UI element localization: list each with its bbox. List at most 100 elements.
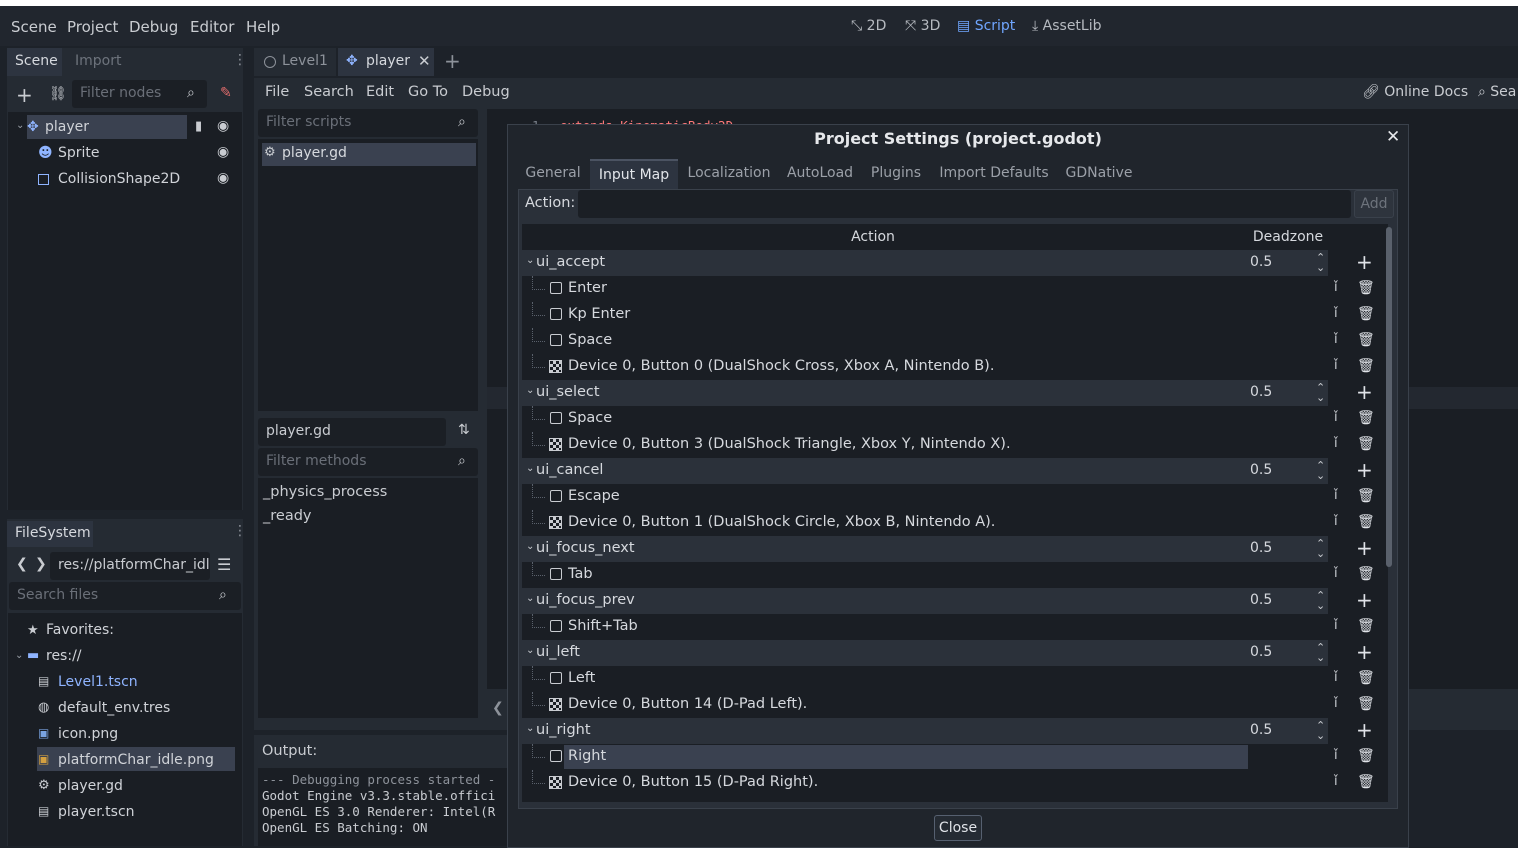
dock-menu-icon[interactable]: ⋮ xyxy=(233,52,247,68)
tab-player[interactable]: ✥ player ✕ xyxy=(338,48,434,76)
file-item[interactable]: player.gd xyxy=(58,778,123,794)
visibility-eye-icon[interactable]: ◉ xyxy=(217,170,229,186)
menu-debug[interactable]: Debug xyxy=(129,18,178,36)
tab-scene[interactable]: Scene xyxy=(7,48,62,76)
event-row[interactable]: Enter ǐ xyxy=(520,276,1338,302)
edit-event-icon[interactable]: ǐ xyxy=(1334,774,1338,789)
event-row[interactable]: Device 0, Button 15 (D-Pad Right). ǐ xyxy=(520,770,1338,796)
event-row[interactable]: Tab ǐ xyxy=(520,562,1338,588)
deadzone-spinbox[interactable]: 0.5 xyxy=(1250,722,1272,738)
forward-icon[interactable]: ❯ xyxy=(35,556,47,572)
tab-localization[interactable]: Localization xyxy=(680,159,778,189)
add-event-icon[interactable]: + xyxy=(1356,641,1373,663)
scene-node-collisionshape[interactable]: CollisionShape2D xyxy=(58,171,180,187)
remove-event-icon[interactable]: 🗑︎ xyxy=(1357,358,1375,374)
add-event-icon[interactable]: + xyxy=(1356,381,1373,403)
event-row[interactable]: Device 0, Button 14 (D-Pad Left). ǐ xyxy=(520,692,1338,718)
script-menu-search[interactable]: Search xyxy=(304,84,354,100)
remove-event-icon[interactable]: 🗑︎ xyxy=(1357,488,1375,504)
filter-methods-input[interactable]: Filter methods xyxy=(258,448,478,476)
action-row[interactable]: ⌄ ui_select 0.5 ⌃ ⌄ xyxy=(520,380,1328,406)
path-input[interactable]: res://platformChar_idl xyxy=(50,552,210,580)
chevron-down-icon[interactable]: ⌄ xyxy=(526,723,534,734)
event-row[interactable]: Device 0, Button 1 (DualShock Circle, Xb… xyxy=(520,510,1338,536)
action-name-input[interactable] xyxy=(578,190,1351,218)
search-files-input[interactable]: Search files xyxy=(9,582,241,610)
add-event-icon[interactable]: + xyxy=(1356,459,1373,481)
edit-event-icon[interactable]: ǐ xyxy=(1334,618,1338,633)
tab-level1[interactable]: Level1 xyxy=(254,48,336,76)
edit-event-icon[interactable]: ǐ xyxy=(1334,306,1338,321)
method-item[interactable]: _ready xyxy=(263,508,311,524)
remove-event-icon[interactable]: 🗑︎ xyxy=(1357,618,1375,634)
script-menu-edit[interactable]: Edit xyxy=(366,84,394,100)
tab-import[interactable]: Import xyxy=(75,53,121,69)
deadzone-spinbox[interactable]: 0.5 xyxy=(1250,384,1272,400)
spin-arrows-icon[interactable]: ⌃ ⌄ xyxy=(1316,642,1325,663)
script-list-item[interactable]: ⚙ player.gd xyxy=(262,143,476,166)
remove-event-icon[interactable]: 🗑︎ xyxy=(1357,748,1375,764)
mode-script-button[interactable]: ▤ Script xyxy=(957,18,1015,34)
file-item[interactable]: player.tscn xyxy=(58,804,135,820)
event-row[interactable]: Shift+Tab ǐ xyxy=(520,614,1338,640)
tab-plugins[interactable]: Plugins xyxy=(862,159,930,189)
online-docs-button[interactable]: 🔗︎ Online Docs xyxy=(1362,84,1468,100)
dock-menu-icon[interactable]: ⋮ xyxy=(233,523,247,539)
add-event-icon[interactable]: + xyxy=(1356,251,1373,273)
chevron-down-icon[interactable]: ⌄ xyxy=(526,541,534,552)
script-remove-icon[interactable]: ✎ xyxy=(220,85,232,101)
edit-event-icon[interactable]: ǐ xyxy=(1334,436,1338,451)
menu-scene[interactable]: Scene xyxy=(11,18,57,36)
chevron-down-icon[interactable]: ⌄ xyxy=(526,593,534,604)
event-row[interactable]: Device 0, Button 3 (DualShock Triangle, … xyxy=(520,432,1338,458)
chevron-down-icon[interactable]: ⌄ xyxy=(526,385,534,396)
action-row[interactable]: ⌄ ui_focus_next 0.5 ⌃ ⌄ xyxy=(520,536,1328,562)
chevron-down-icon[interactable]: ⌄ xyxy=(526,463,534,474)
event-row[interactable]: Space ǐ xyxy=(520,406,1338,432)
event-row[interactable]: Right ǐ xyxy=(520,744,1338,770)
script-attached-icon[interactable]: ▮ xyxy=(195,119,202,134)
tab-gdnative[interactable]: GDNative xyxy=(1058,159,1140,189)
edit-event-icon[interactable]: ǐ xyxy=(1334,514,1338,529)
mode-assetlib-button[interactable]: ⤓ AssetLib xyxy=(1032,18,1102,34)
event-row[interactable]: Escape ǐ xyxy=(520,484,1338,510)
chevron-down-icon[interactable]: ⌄ xyxy=(526,645,534,656)
edit-event-icon[interactable]: ǐ xyxy=(1334,410,1338,425)
edit-event-icon[interactable]: ǐ xyxy=(1334,488,1338,503)
close-button[interactable]: Close xyxy=(934,815,982,841)
action-row[interactable]: ⌄ ui_focus_prev 0.5 ⌃ ⌄ xyxy=(520,588,1328,614)
tab-autoload[interactable]: AutoLoad xyxy=(780,159,860,189)
link-icon[interactable]: ⛓ xyxy=(49,86,67,102)
remove-event-icon[interactable]: 🗑︎ xyxy=(1357,280,1375,296)
edit-event-icon[interactable]: ǐ xyxy=(1334,566,1338,581)
remove-event-icon[interactable]: 🗑︎ xyxy=(1357,696,1375,712)
spin-arrows-icon[interactable]: ⌃ ⌄ xyxy=(1316,252,1325,273)
add-action-button[interactable]: Add xyxy=(1354,190,1394,218)
file-item[interactable]: default_env.tres xyxy=(58,700,170,716)
deadzone-spinbox[interactable]: 0.5 xyxy=(1250,644,1272,660)
edit-event-icon[interactable]: ǐ xyxy=(1334,332,1338,347)
close-icon[interactable]: ✕ xyxy=(418,52,431,70)
filter-scripts-input[interactable]: Filter scripts xyxy=(258,109,478,137)
mode-3d-button[interactable]: ⤧ 3D xyxy=(905,18,940,34)
sort-icon[interactable]: ⇅ xyxy=(458,422,470,438)
back-icon[interactable]: ❮ xyxy=(16,556,28,572)
chevron-down-icon[interactable]: ⌄ xyxy=(15,650,23,661)
edit-event-icon[interactable]: ǐ xyxy=(1334,748,1338,763)
mode-2d-button[interactable]: ⤡ 2D xyxy=(851,18,886,34)
remove-event-icon[interactable]: 🗑︎ xyxy=(1357,514,1375,530)
spin-arrows-icon[interactable]: ⌃ ⌄ xyxy=(1316,538,1325,559)
remove-event-icon[interactable]: 🗑︎ xyxy=(1357,670,1375,686)
method-item[interactable]: _physics_process xyxy=(263,484,387,500)
visibility-eye-icon[interactable]: ◉ xyxy=(217,144,229,160)
deadzone-spinbox[interactable]: 0.5 xyxy=(1250,462,1272,478)
action-row[interactable]: ⌄ ui_left 0.5 ⌃ ⌄ xyxy=(520,640,1328,666)
spin-arrows-icon[interactable]: ⌃ ⌄ xyxy=(1316,590,1325,611)
tab-filesystem[interactable]: FileSystem xyxy=(7,521,93,547)
split-view-icon[interactable]: ☰ xyxy=(217,555,231,574)
remove-event-icon[interactable]: 🗑︎ xyxy=(1357,436,1375,452)
action-row[interactable]: ⌄ ui_cancel 0.5 ⌃ ⌄ xyxy=(520,458,1328,484)
tab-general[interactable]: General xyxy=(518,159,588,189)
edit-event-icon[interactable]: ǐ xyxy=(1334,280,1338,295)
favorites-item[interactable]: Favorites: xyxy=(46,622,114,638)
